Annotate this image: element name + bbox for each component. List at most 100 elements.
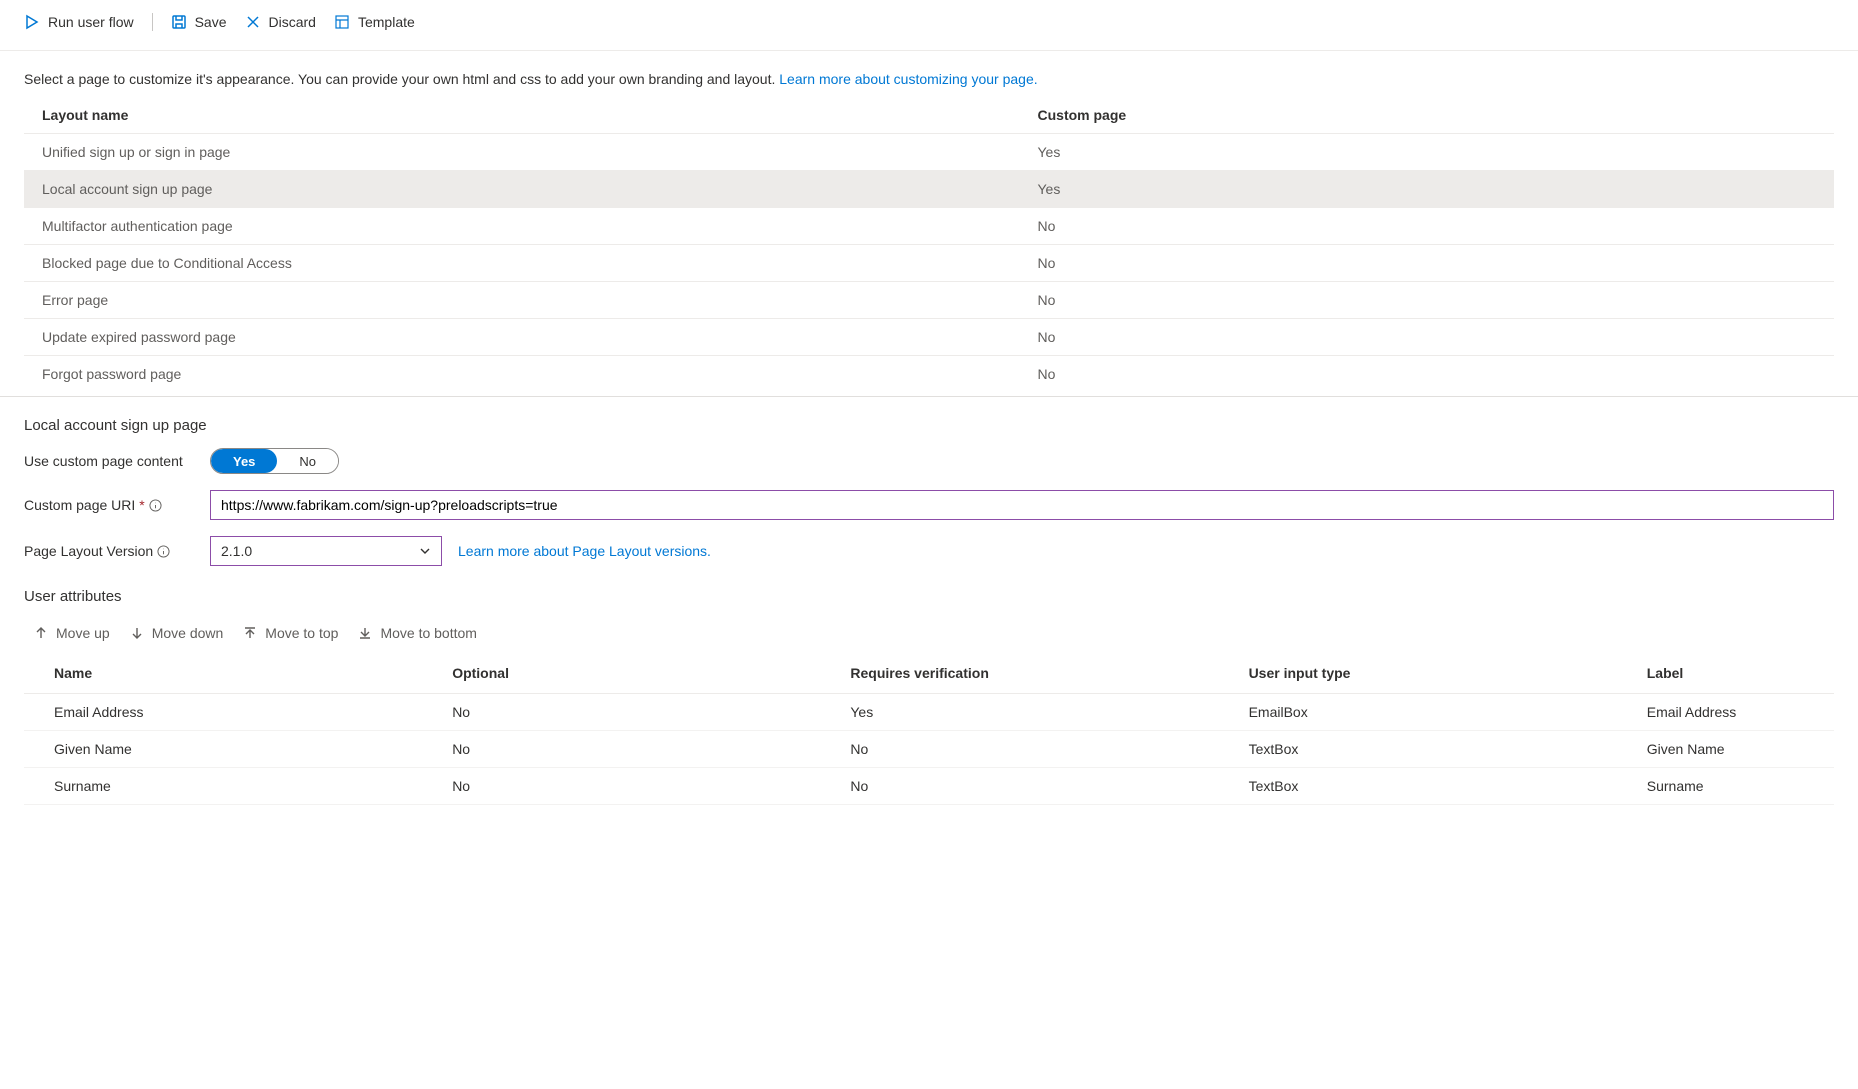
arrow-top-icon [243, 626, 257, 640]
attr-input-cell: TextBox [1219, 731, 1617, 768]
save-label: Save [195, 14, 227, 30]
discard-label: Discard [269, 14, 316, 30]
attr-label-cell: Email Address [1617, 694, 1834, 731]
custom-uri-input[interactable] [210, 490, 1834, 520]
attr-name-cell: Given Name [24, 731, 422, 768]
discard-button[interactable]: Discard [245, 10, 316, 34]
layout-name-cell: Local account sign up page [24, 171, 1020, 208]
col-attr-optional: Optional [422, 653, 820, 694]
toggle-yes[interactable]: Yes [211, 449, 277, 473]
custom-page-cell: Yes [1020, 134, 1835, 171]
learn-more-link[interactable]: Learn more about customizing your page. [779, 71, 1037, 87]
table-row[interactable]: Unified sign up or sign in pageYes [24, 134, 1834, 171]
move-down-label: Move down [152, 625, 224, 641]
close-icon [245, 14, 261, 30]
arrow-down-icon [130, 626, 144, 640]
table-row[interactable]: Update expired password pageNo [24, 319, 1834, 356]
template-icon [334, 14, 350, 30]
use-custom-toggle[interactable]: Yes No [210, 448, 339, 474]
content-area: Select a page to customize it's appearan… [0, 51, 1858, 392]
move-up-label: Move up [56, 625, 110, 641]
intro-text: Select a page to customize it's appearan… [24, 71, 1834, 87]
layout-name-cell: Multifactor authentication page [24, 208, 1020, 245]
layout-name-cell: Blocked page due to Conditional Access [24, 245, 1020, 282]
arrow-up-icon [34, 626, 48, 640]
move-down-button[interactable]: Move down [130, 625, 224, 641]
attr-name-cell: Email Address [24, 694, 422, 731]
arrow-bottom-icon [358, 626, 372, 640]
save-icon [171, 14, 187, 30]
toolbar: Run user flow Save Discard Template [0, 0, 1858, 51]
move-bottom-label: Move to bottom [380, 625, 477, 641]
custom-page-cell: No [1020, 319, 1835, 356]
attributes-table: Name Optional Requires verification User… [24, 653, 1834, 805]
attr-optional-cell: No [422, 694, 820, 731]
col-layout-name: Layout name [24, 97, 1020, 134]
detail-title: Local account sign up page [24, 417, 1834, 434]
attr-optional-cell: No [422, 731, 820, 768]
attr-verify-cell: No [820, 731, 1218, 768]
layout-name-cell: Update expired password page [24, 319, 1020, 356]
table-row[interactable]: Forgot password pageNo [24, 356, 1834, 393]
layout-table: Layout name Custom page Unified sign up … [24, 97, 1834, 392]
table-row[interactable]: Email AddressNoYesEmailBoxEmail Address [24, 694, 1834, 731]
template-label: Template [358, 14, 415, 30]
table-row[interactable]: Error pageNo [24, 282, 1834, 319]
toggle-no[interactable]: No [277, 449, 338, 473]
detail-section: Local account sign up page Use custom pa… [0, 396, 1858, 825]
chevron-down-icon [419, 545, 431, 557]
use-custom-label: Use custom page content [24, 453, 210, 469]
attr-input-cell: TextBox [1219, 768, 1617, 805]
custom-uri-row: Custom page URI * [24, 490, 1834, 520]
col-attr-name: Name [24, 653, 422, 694]
custom-page-cell: No [1020, 245, 1835, 282]
template-button[interactable]: Template [334, 10, 415, 34]
save-button[interactable]: Save [171, 10, 227, 34]
attr-verify-cell: No [820, 768, 1218, 805]
table-row[interactable]: Given NameNoNoTextBoxGiven Name [24, 731, 1834, 768]
move-up-button[interactable]: Move up [34, 625, 110, 641]
col-attr-verify: Requires verification [820, 653, 1218, 694]
table-row[interactable]: Local account sign up pageYes [24, 171, 1834, 208]
col-attr-input: User input type [1219, 653, 1617, 694]
attr-name-cell: Surname [24, 768, 422, 805]
attr-label-cell: Surname [1617, 768, 1834, 805]
layout-version-label: Page Layout Version [24, 543, 210, 559]
attr-label-cell: Given Name [1617, 731, 1834, 768]
version-label-text: Page Layout Version [24, 543, 153, 559]
layout-version-dropdown[interactable]: 2.1.0 [210, 536, 442, 566]
custom-page-cell: No [1020, 208, 1835, 245]
required-asterisk: * [139, 497, 144, 513]
intro-body: Select a page to customize it's appearan… [24, 71, 779, 87]
attr-input-cell: EmailBox [1219, 694, 1617, 731]
table-row[interactable]: Multifactor authentication pageNo [24, 208, 1834, 245]
info-icon[interactable] [149, 499, 162, 512]
attr-verify-cell: Yes [820, 694, 1218, 731]
layout-version-row: Page Layout Version 2.1.0 Learn more abo… [24, 536, 1834, 566]
play-icon [24, 14, 40, 30]
version-learn-more-link[interactable]: Learn more about Page Layout versions. [458, 543, 711, 559]
move-top-label: Move to top [265, 625, 338, 641]
custom-page-cell: No [1020, 356, 1835, 393]
attr-optional-cell: No [422, 768, 820, 805]
move-to-top-button[interactable]: Move to top [243, 625, 338, 641]
user-attributes-title: User attributes [24, 588, 1834, 605]
version-value: 2.1.0 [221, 543, 252, 559]
table-row[interactable]: SurnameNoNoTextBoxSurname [24, 768, 1834, 805]
info-icon[interactable] [157, 545, 170, 558]
uri-label-text: Custom page URI [24, 497, 135, 513]
col-custom-page: Custom page [1020, 97, 1835, 134]
custom-page-cell: No [1020, 282, 1835, 319]
layout-name-cell: Forgot password page [24, 356, 1020, 393]
move-to-bottom-button[interactable]: Move to bottom [358, 625, 477, 641]
toolbar-separator [152, 13, 153, 31]
run-user-flow-button[interactable]: Run user flow [24, 10, 134, 34]
col-attr-label: Label [1617, 653, 1834, 694]
custom-uri-label: Custom page URI * [24, 497, 210, 513]
table-row[interactable]: Blocked page due to Conditional AccessNo [24, 245, 1834, 282]
use-custom-row: Use custom page content Yes No [24, 448, 1834, 474]
attributes-toolbar: Move up Move down Move to top Move to bo… [24, 619, 1834, 653]
layout-name-cell: Error page [24, 282, 1020, 319]
run-label: Run user flow [48, 14, 134, 30]
layout-name-cell: Unified sign up or sign in page [24, 134, 1020, 171]
